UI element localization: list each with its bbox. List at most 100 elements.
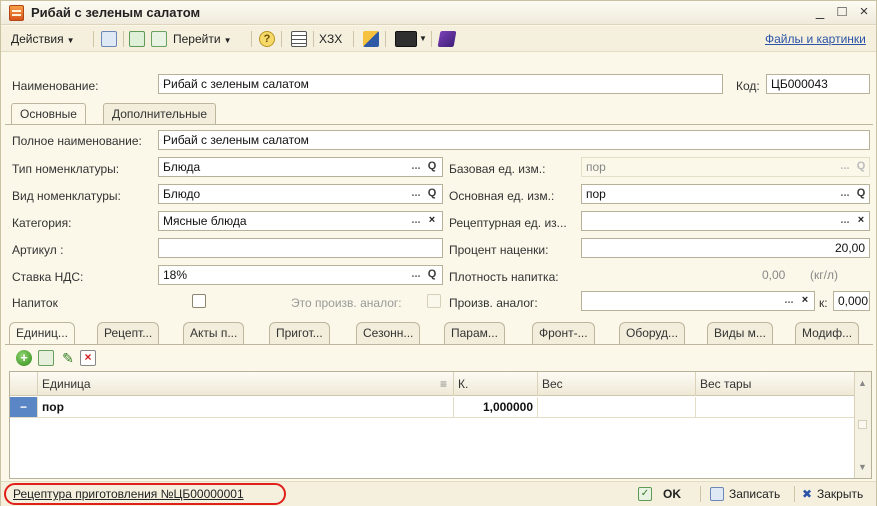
tab-acts[interactable]: Акты п... (183, 322, 245, 344)
name-label: Наименование: (12, 79, 99, 93)
select-ellipsis-button[interactable]: ... (838, 212, 852, 230)
tab-recipe[interactable]: Рецепт... (97, 322, 160, 344)
density-unit: (кг/л) (810, 268, 838, 282)
grid-col-unit[interactable]: Единица ≡ (38, 372, 454, 396)
cell-unit[interactable]: пор (38, 397, 454, 417)
name-field[interactable]: Рибай с зеленым салатом (158, 74, 723, 94)
actions-menu[interactable]: Действия ▼ (11, 30, 75, 48)
add-row-icon[interactable]: + (16, 350, 32, 366)
toolbar-separator (385, 31, 386, 47)
open-search-icon[interactable]: Q (425, 185, 439, 203)
toolbar-separator (313, 31, 314, 47)
select-ellipsis-button[interactable]: ... (409, 212, 423, 230)
nomtype-label: Тип номенклатуры: (12, 162, 120, 176)
tab-main[interactable]: Основные (11, 103, 86, 125)
drink-checkbox[interactable] (192, 294, 206, 308)
refresh-icon[interactable] (129, 31, 145, 47)
grid-header: Единица ≡ К. Вес Вес тары (10, 372, 855, 396)
structure-icon[interactable] (291, 31, 307, 47)
help-icon[interactable]: ? (259, 31, 275, 47)
select-ellipsis-button[interactable]: ... (838, 185, 852, 203)
clear-x-icon[interactable]: × (798, 292, 812, 310)
k-label: к: (819, 296, 828, 310)
tab-extra[interactable]: Дополнительные (103, 103, 216, 124)
category-field[interactable]: Мясные блюда ... × (158, 211, 443, 231)
vat-label: Ставка НДС: (12, 270, 84, 284)
goto-menu-label: Перейти (173, 32, 221, 46)
cell-k[interactable]: 1,000000 (454, 397, 538, 417)
vat-field[interactable]: 18% ... Q (158, 265, 443, 285)
clear-x-icon[interactable]: × (425, 212, 439, 230)
table-row[interactable]: − пор 1,000000 (10, 397, 855, 418)
tab-params[interactable]: Парам... (444, 322, 505, 344)
maximize-button[interactable]: □ (833, 3, 851, 21)
print-form-icon[interactable] (363, 31, 379, 47)
new-document-icon[interactable] (151, 31, 167, 47)
minimize-button[interactable]: _ (811, 3, 829, 21)
dropdown-arrow-icon[interactable]: ▼ (419, 30, 427, 48)
barcode-icon[interactable] (395, 31, 417, 47)
k-field[interactable]: 0,000 (833, 291, 870, 311)
tab-cooking[interactable]: Пригот... (269, 322, 330, 344)
prod-analog-label: Произв. аналог: (449, 296, 538, 310)
main-unit-value: пор (586, 187, 606, 201)
goto-menu[interactable]: Перейти ▼ (173, 30, 231, 48)
xzx-button[interactable]: XЗX (319, 30, 342, 48)
ok-button[interactable]: OK (663, 487, 681, 501)
code-field[interactable]: ЦБ000043 (766, 74, 870, 94)
cell-tare[interactable] (696, 397, 855, 417)
toolbar-separator (123, 31, 124, 47)
close-button[interactable]: × (855, 3, 873, 21)
open-search-icon[interactable]: Q (425, 158, 439, 176)
fullname-field[interactable]: Рибай с зеленым салатом (158, 130, 870, 150)
tab-menu-kinds[interactable]: Виды м... (707, 322, 773, 344)
drink-label: Напиток (12, 296, 58, 310)
scroll-down-icon[interactable]: ▼ (858, 462, 867, 472)
tab-units[interactable]: Единиц... (9, 322, 75, 345)
open-search-icon[interactable]: Q (854, 185, 868, 203)
tab-equipment[interactable]: Оборуд... (619, 322, 686, 344)
recipe-unit-label: Рецептурная ед. из... (449, 216, 567, 230)
select-ellipsis-button[interactable]: ... (409, 266, 423, 284)
save-disk-icon[interactable] (101, 31, 117, 47)
top-tabs: Основные Дополнительные (1, 103, 876, 125)
base-unit-label: Базовая ед. изм.: (449, 162, 546, 176)
title-bar: Рибай с зеленым салатом _ □ × (1, 1, 876, 25)
files-and-images-link[interactable]: Файлы и картинки (765, 30, 866, 48)
scroll-thumb[interactable] (858, 420, 867, 429)
vertical-scrollbar[interactable]: ▲ ▼ (854, 372, 871, 478)
article-label: Артикул : (12, 243, 64, 257)
prod-analog-field[interactable]: ... × (581, 291, 815, 311)
scroll-up-icon[interactable]: ▲ (858, 378, 867, 388)
app-icon (9, 5, 24, 21)
close-form-button[interactable]: Закрыть (817, 487, 863, 501)
select-ellipsis-button[interactable]: ... (409, 185, 423, 203)
tab-modifiers[interactable]: Модиф... (795, 322, 860, 344)
recipe-link[interactable]: Рецептура приготовления №ЦБ00000001 (13, 487, 244, 501)
clear-x-icon[interactable]: × (854, 212, 868, 230)
open-search-icon: Q (856, 160, 866, 172)
open-search-icon[interactable]: Q (425, 266, 439, 284)
nomtype-value: Блюда (163, 160, 201, 174)
nomtype-field[interactable]: Блюда ... Q (158, 157, 443, 177)
save-button[interactable]: Записать (729, 487, 780, 501)
copy-row-icon[interactable] (38, 350, 54, 366)
delete-row-icon[interactable]: × (80, 350, 96, 366)
markup-field[interactable]: 20,00 (581, 238, 870, 258)
recipe-unit-field[interactable]: ... × (581, 211, 870, 231)
cell-weight[interactable] (538, 397, 696, 417)
tab-front[interactable]: Фронт-... (532, 322, 595, 344)
main-unit-field[interactable]: пор ... Q (581, 184, 870, 204)
dropdown-arrow-icon: ▼ (223, 36, 232, 45)
grid-col-k[interactable]: К. (454, 372, 538, 396)
grid-col-tare[interactable]: Вес тары (696, 372, 855, 396)
tab-season[interactable]: Сезонн... (356, 322, 421, 344)
select-ellipsis-button[interactable]: ... (782, 292, 796, 310)
article-field[interactable] (158, 238, 443, 258)
book-icon[interactable] (437, 31, 457, 47)
select-ellipsis-button[interactable]: ... (409, 158, 423, 176)
edit-pencil-icon[interactable]: ✎ (60, 350, 76, 366)
analog-prod-checkbox[interactable] (427, 294, 441, 308)
nomkind-field[interactable]: Блюдо ... Q (158, 184, 443, 204)
grid-col-weight[interactable]: Вес (538, 372, 696, 396)
